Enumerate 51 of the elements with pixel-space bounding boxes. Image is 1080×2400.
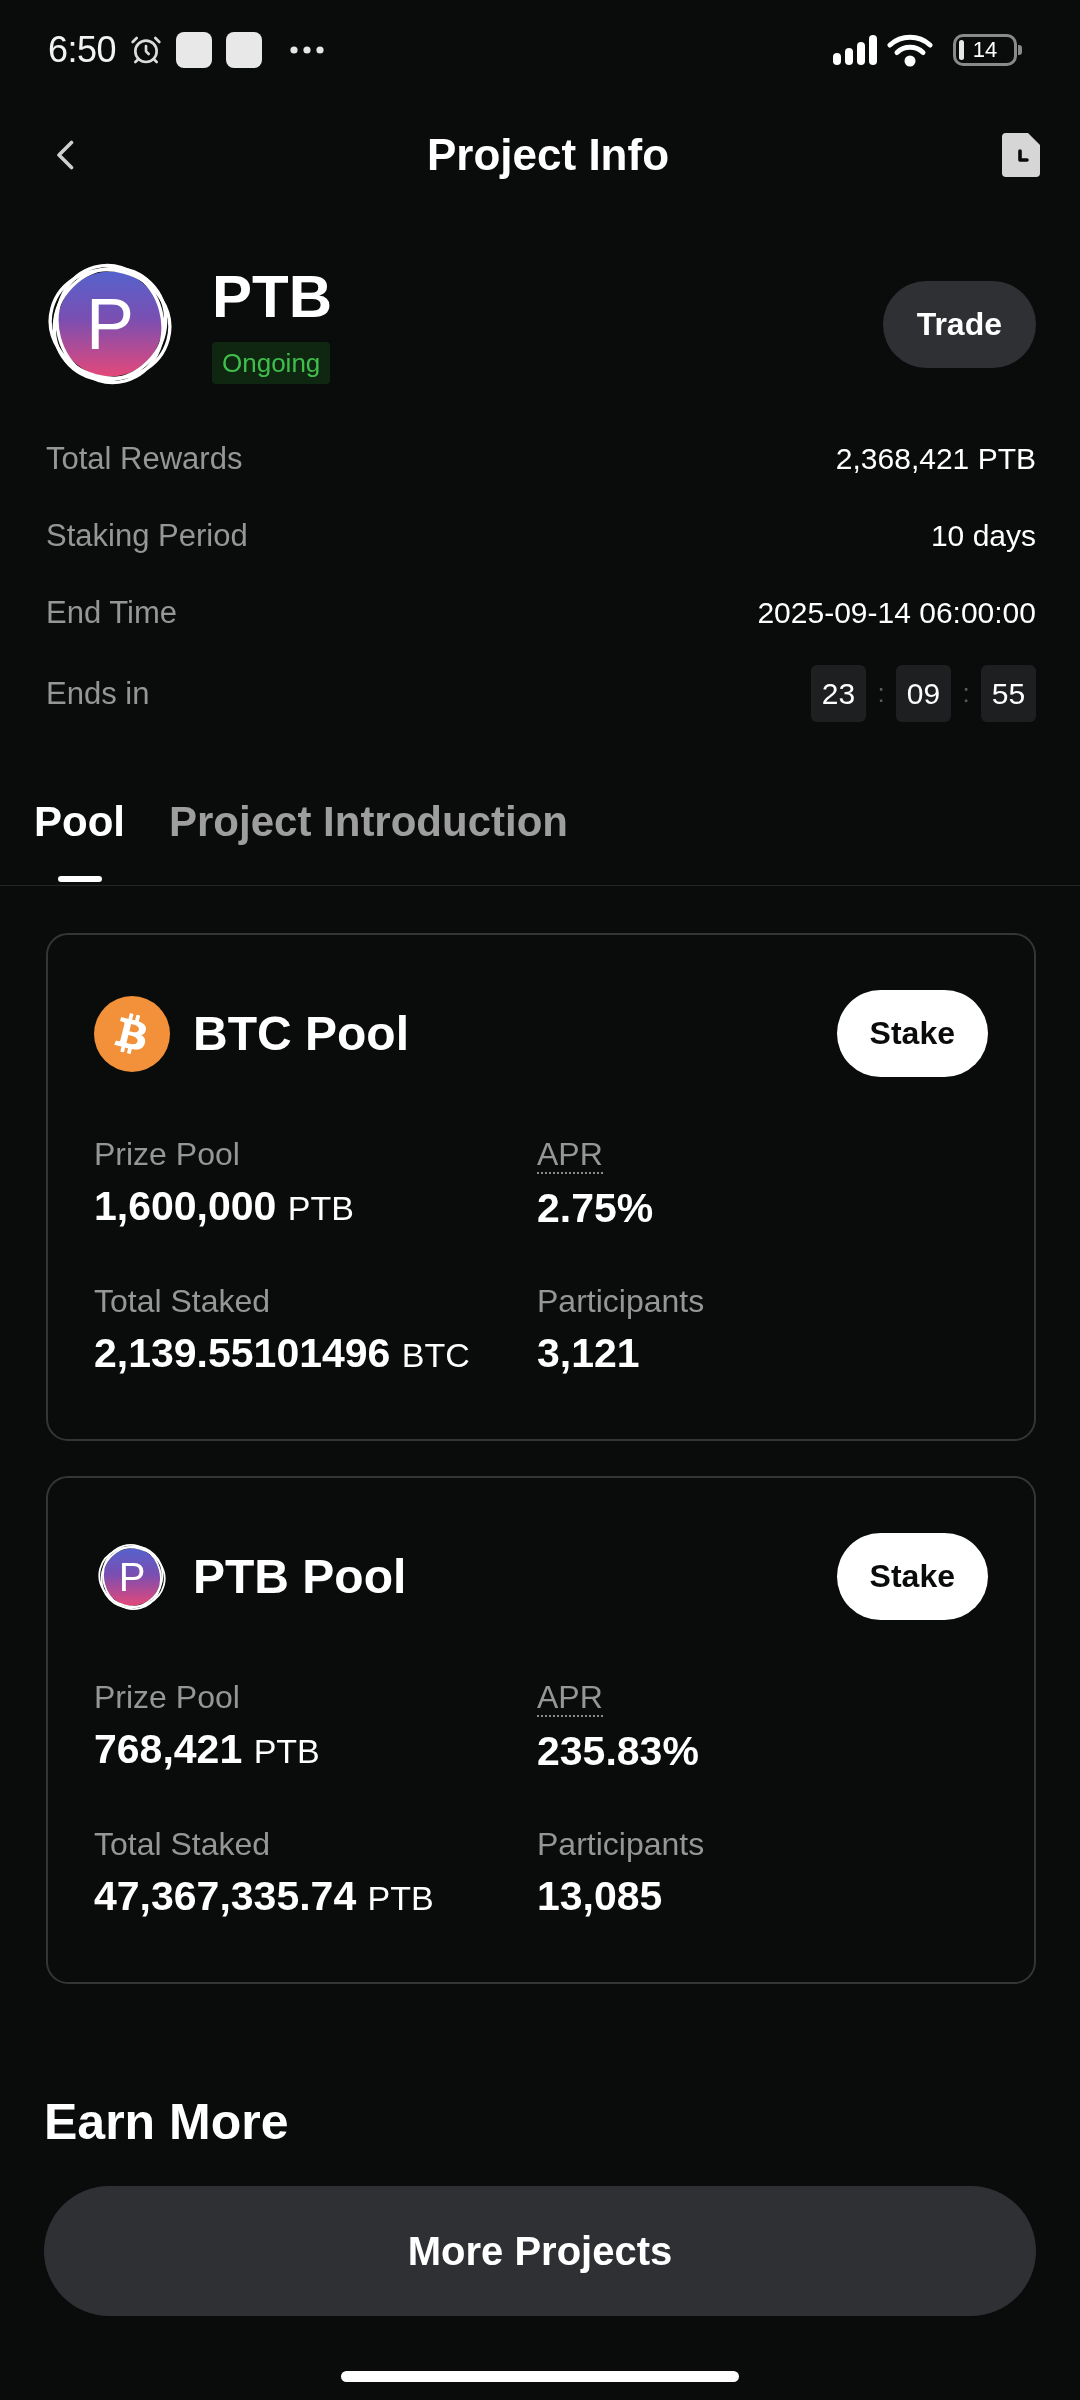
stat-label: Total Staked — [94, 1826, 271, 1862]
info-label: Staking Period — [46, 517, 248, 554]
wifi-icon — [887, 33, 933, 67]
token-logo: P — [97, 1541, 167, 1612]
info-value: 2025-09-14 06:00:00 — [757, 595, 1036, 630]
project-name: PTB — [212, 264, 332, 330]
status-time: 6:50 — [48, 29, 117, 71]
stat-label[interactable]: APR — [537, 1136, 603, 1174]
trade-button[interactable]: Trade — [882, 280, 1036, 368]
stake-button[interactable]: Stake — [836, 1533, 988, 1620]
pool-name: BTC Pool — [193, 1006, 409, 1061]
stat-label: Participants — [537, 1283, 705, 1319]
stake-button[interactable]: Stake — [836, 990, 988, 1077]
tab[interactable]: Pool — [34, 797, 125, 885]
signal-icon — [833, 35, 877, 65]
stat-value: 1,600,000 PTB — [94, 1183, 354, 1231]
stat-label: Participants — [537, 1826, 705, 1862]
info-value: 2,368,421 PTB — [835, 441, 1036, 476]
stat-value: 2.75% — [537, 1185, 654, 1231]
stat-value: 235.83% — [537, 1728, 699, 1774]
stat-label: Total Staked — [94, 1283, 271, 1319]
page-title: Project Info — [427, 130, 669, 180]
info-label: Ends in — [46, 675, 150, 712]
stat-value: 768,421 PTB — [94, 1726, 320, 1774]
stat-value: 2,139.55101496 BTC — [94, 1330, 470, 1378]
stat-label[interactable]: APR — [537, 1679, 603, 1717]
status-badge: Ongoing — [212, 342, 331, 384]
countdown-digits: 09 — [896, 665, 951, 722]
countdown-digits: 55 — [981, 665, 1036, 722]
document-clock-icon[interactable] — [1002, 133, 1040, 177]
countdown-digits: 23 — [811, 665, 866, 722]
section-title: Earn More — [44, 2093, 289, 2152]
info-label: Total Rewards — [46, 440, 243, 477]
stat-label: Prize Pool — [94, 1136, 240, 1172]
countdown-separator: : — [876, 678, 886, 709]
stat-value: 13,085 — [537, 1873, 663, 1919]
stat-value: 47,367,335.74 PTB — [94, 1873, 434, 1921]
alarm-icon — [130, 34, 163, 66]
more-dots-icon — [290, 46, 325, 54]
info-value: 10 days — [930, 518, 1036, 553]
countdown-separator: : — [961, 678, 971, 709]
info-label: End Time — [46, 594, 177, 631]
more-projects-button[interactable]: More Projects — [44, 2186, 1036, 2316]
pool-name: PTB Pool — [193, 1549, 407, 1604]
notification-icon — [226, 32, 263, 68]
stat-value: 3,121 — [537, 1330, 640, 1376]
tab[interactable]: Project Introduction — [169, 797, 568, 885]
notification-icon — [176, 32, 213, 68]
battery-indicator: 14 — [953, 34, 1022, 66]
back-icon[interactable] — [56, 140, 74, 170]
stat-label: Prize Pool — [94, 1679, 240, 1715]
